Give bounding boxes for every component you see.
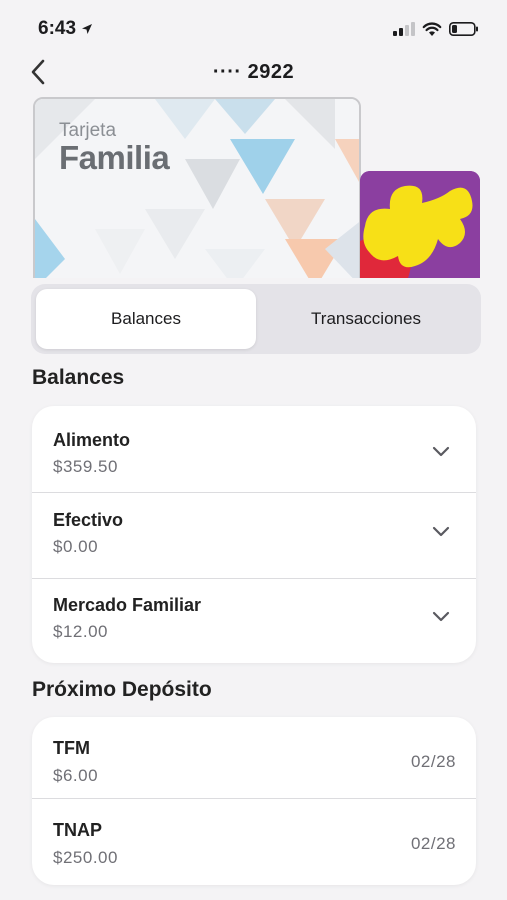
chevron-left-icon xyxy=(31,59,45,85)
balances-list: Alimento $359.50 Efectivo $0.00 Mercado … xyxy=(32,406,476,663)
deposit-row-tnap: TNAP $250.00 02/28 xyxy=(32,799,476,885)
deposit-amount: $6.00 xyxy=(53,766,99,785)
time-text: 6:43 xyxy=(38,18,77,39)
deposits-section-title: Próximo Depósito xyxy=(32,678,212,701)
balance-label: Efectivo xyxy=(53,510,124,530)
balance-row-efectivo[interactable]: Efectivo $0.00 xyxy=(32,493,476,579)
balance-amount: $12.00 xyxy=(53,622,108,641)
card-brand-big: Familia xyxy=(59,139,170,176)
balance-label: Mercado Familiar xyxy=(53,595,202,615)
deposit-row-tfm: TFM $6.00 02/28 xyxy=(32,717,476,799)
deposit-date: 02/28 xyxy=(410,834,456,853)
back-button[interactable] xyxy=(24,58,52,86)
card-brand-small: Tarjeta xyxy=(59,120,117,141)
balance-label: Alimento xyxy=(53,430,131,450)
deposit-label: TFM xyxy=(53,738,90,758)
chevron-down-icon xyxy=(432,611,450,622)
card-brand: Tarjeta Familia xyxy=(59,120,170,176)
tab-transacciones[interactable]: Transacciones xyxy=(256,289,476,349)
card-image-familia[interactable]: Tarjeta Familia xyxy=(33,97,361,278)
status-icons xyxy=(393,21,479,37)
card-number-title: ···· 2922 xyxy=(212,60,295,83)
nav-bar: ···· 2922 xyxy=(0,52,507,92)
card-carousel[interactable]: Tarjeta Familia xyxy=(0,92,507,278)
puzzle-piece-icon xyxy=(360,171,480,278)
balances-section-title: Balances xyxy=(32,366,125,389)
card-image-puzzle[interactable] xyxy=(360,171,480,278)
status-time: 6:43 xyxy=(38,18,93,40)
chevron-down-icon xyxy=(432,526,450,537)
deposit-amount: $250.00 xyxy=(53,848,118,867)
battery-icon xyxy=(449,22,478,36)
tab-balances[interactable]: Balances xyxy=(36,289,256,349)
wifi-icon xyxy=(422,21,442,36)
segmented-control: Balances Transacciones xyxy=(31,284,481,354)
deposit-date: 02/28 xyxy=(410,752,456,771)
deposit-label: TNAP xyxy=(53,820,102,840)
signal-icon xyxy=(393,22,415,36)
chevron-down-icon xyxy=(432,446,450,457)
balance-amount: $0.00 xyxy=(53,537,99,556)
balance-row-alimento[interactable]: Alimento $359.50 xyxy=(32,406,476,493)
deposits-list: TFM $6.00 02/28 TNAP $250.00 02/28 xyxy=(32,717,476,885)
balance-row-mercado-familiar[interactable]: Mercado Familiar $12.00 xyxy=(32,579,476,663)
status-bar: 6:43 xyxy=(0,0,507,58)
balance-amount: $359.50 xyxy=(53,457,118,476)
location-arrow-icon xyxy=(82,24,93,34)
